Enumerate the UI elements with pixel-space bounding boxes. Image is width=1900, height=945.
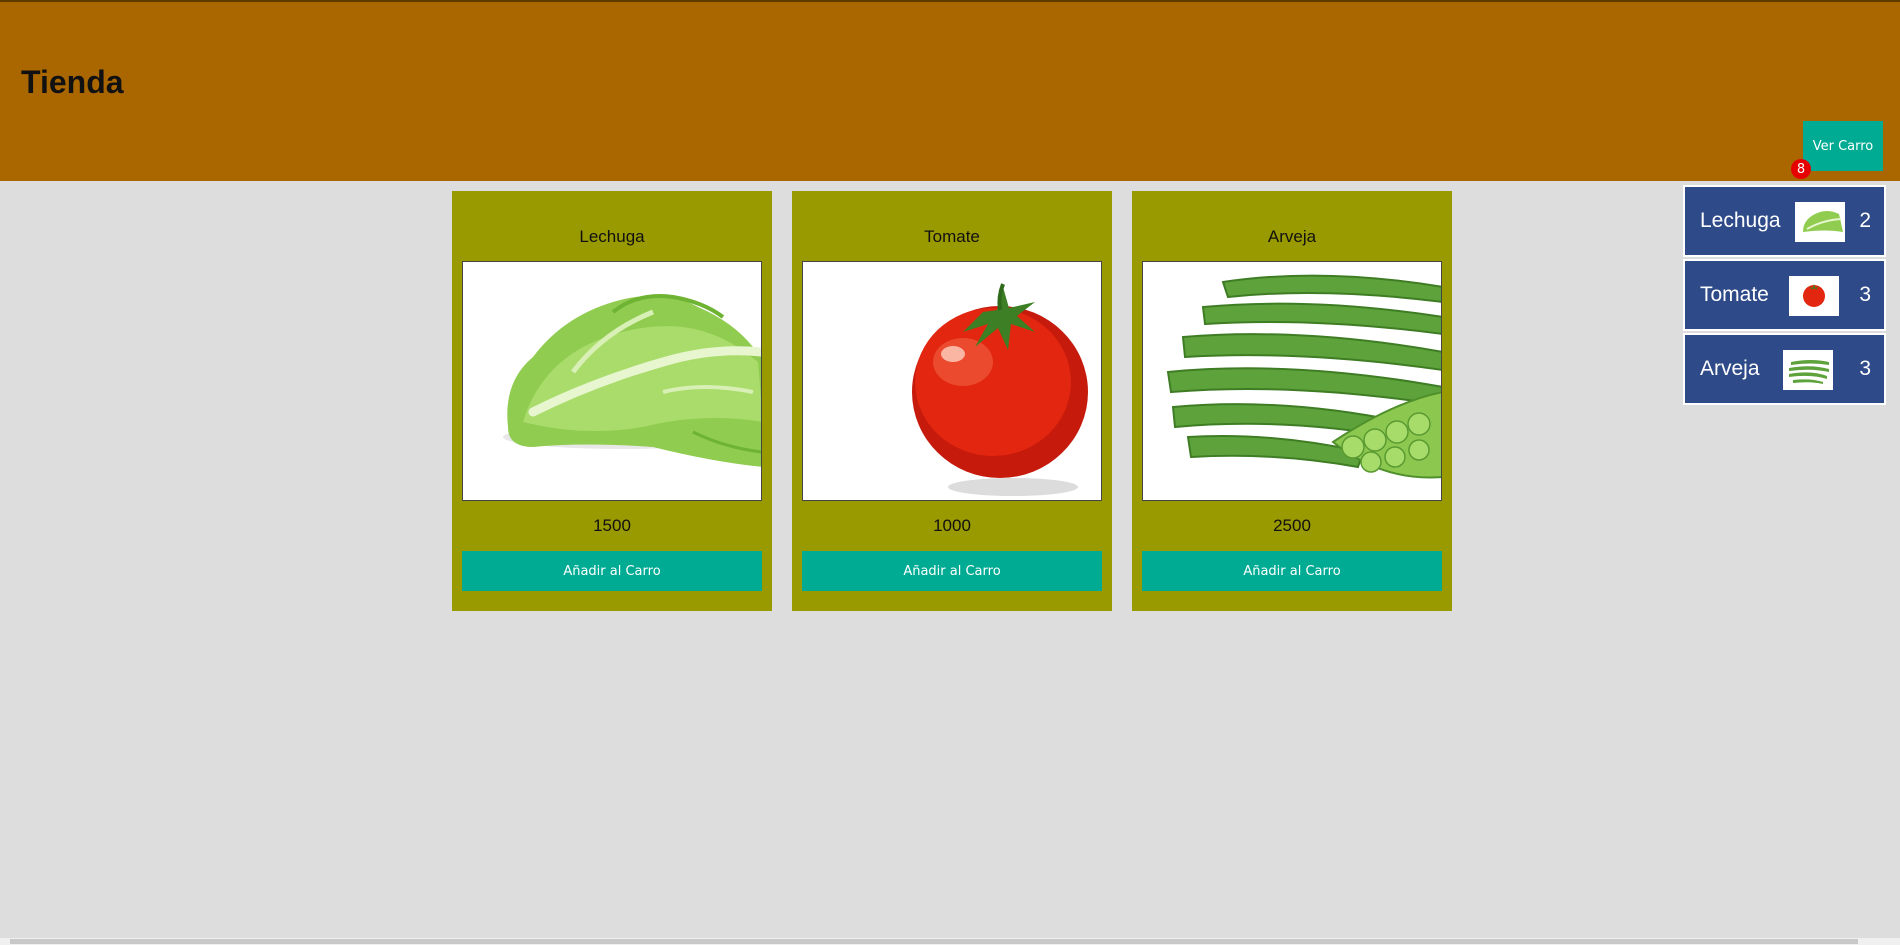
tomato-image	[802, 261, 1102, 501]
product-name: Lechuga	[579, 227, 645, 246]
header: Tienda	[0, 0, 1900, 181]
cart-item-qty: 3	[1859, 357, 1871, 380]
product-name: Arveja	[1267, 227, 1317, 246]
cart-item-name: Lechuga	[1700, 209, 1781, 232]
lettuce-image	[462, 261, 762, 501]
cart-item: Tomate 3	[1683, 259, 1886, 331]
store-title: Tienda	[21, 64, 124, 100]
cart-item-name: Arveja	[1700, 357, 1760, 380]
product-price: 1000	[933, 516, 971, 535]
product-price: 2500	[1273, 516, 1311, 535]
cart-count-badge: 8	[1791, 159, 1811, 179]
cart-items-list: Lechuga 2 Tomate 3 Arveja 3	[1683, 185, 1886, 407]
product-price: 1500	[593, 516, 631, 535]
add-to-cart-button[interactable]: Añadir al Carro	[1142, 551, 1442, 591]
add-to-cart-button[interactable]: Añadir al Carro	[462, 551, 762, 591]
peas-thumbnail	[1783, 350, 1833, 390]
cart-item: Arveja 3	[1683, 333, 1886, 405]
add-to-cart-button[interactable]: Añadir al Carro	[802, 551, 1102, 591]
cart-item-name: Tomate	[1700, 283, 1769, 306]
cart-item: Lechuga 2	[1683, 185, 1886, 257]
product-name: Tomate	[924, 227, 980, 246]
view-cart-button[interactable]: Ver Carro	[1803, 121, 1883, 171]
lettuce-thumbnail	[1795, 202, 1845, 242]
product-card-arveja: Arveja 2500 Añadir al Carro	[1132, 191, 1452, 611]
horizontal-scrollbar[interactable]	[0, 938, 1900, 945]
cart-item-qty: 3	[1859, 283, 1871, 306]
product-card-tomate: Tomate 1000 Añadir al Carro	[792, 191, 1112, 611]
cart-item-qty: 2	[1859, 209, 1871, 232]
scrollbar-thumb[interactable]	[10, 939, 1858, 944]
tomato-thumbnail	[1789, 276, 1839, 316]
product-card-lechuga: Lechuga 1500 Añadir al Carro	[452, 191, 772, 611]
peas-image	[1142, 261, 1442, 501]
